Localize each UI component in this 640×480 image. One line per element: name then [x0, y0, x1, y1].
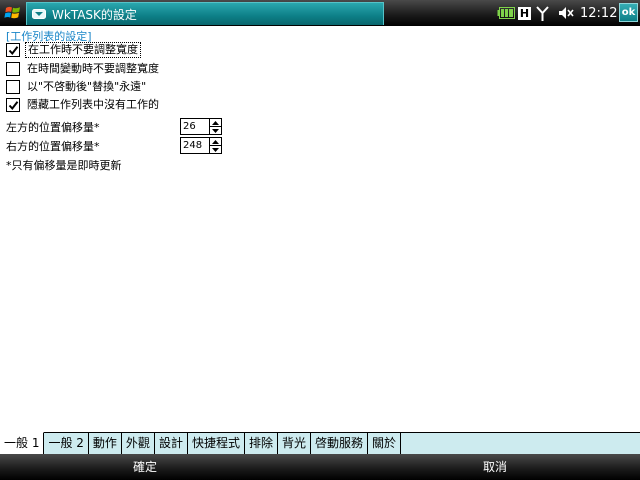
spin-up-icon[interactable]	[210, 138, 221, 146]
checkbox-label[interactable]: 以"不啓動後"替換"永遠"	[25, 80, 148, 94]
softkey-bar: 確定 取消	[0, 454, 640, 480]
spin-down-icon[interactable]	[210, 146, 221, 153]
windows-flag-icon[interactable]	[0, 0, 26, 26]
checkmark-icon	[8, 100, 18, 110]
right-offset-label: 右方的位置偏移量*	[6, 139, 100, 153]
tab-shortcuts[interactable]: 快捷程式	[188, 433, 245, 454]
right-offset-input[interactable]: 248	[180, 137, 210, 154]
tab-general-2[interactable]: 一般 2	[44, 433, 89, 454]
wktask-app-icon	[32, 9, 46, 19]
checkbox-label[interactable]: 隱藏工作列表中沒有工作的	[25, 98, 161, 112]
tab-backlight[interactable]: 背光	[278, 433, 311, 454]
signal-antenna-icon[interactable]	[536, 0, 549, 26]
offset-note: *只有偏移量是即時更新	[6, 159, 122, 172]
ok-button[interactable]: ok	[619, 3, 638, 22]
left-offset-spinner[interactable]	[210, 118, 222, 135]
tab-startup-services[interactable]: 啓動服務	[311, 433, 369, 454]
checkbox-label[interactable]: 在工作時不要調整寬度	[25, 42, 141, 58]
checkbox[interactable]	[6, 98, 20, 112]
clock[interactable]: 12:12	[580, 0, 617, 26]
checkbox-row-replace-always[interactable]: 以"不啓動後"替換"永遠"	[6, 79, 148, 95]
spin-down-icon[interactable]	[210, 127, 221, 134]
left-offset-input[interactable]: 26	[180, 118, 210, 135]
checkbox-label[interactable]: 在時間變動時不要調整寬度	[25, 62, 161, 76]
checkbox[interactable]	[6, 80, 20, 94]
tab-design[interactable]: 設計	[155, 433, 188, 454]
window-title-tab: WkTASK的設定	[26, 2, 384, 25]
checkbox-row-hide-idle[interactable]: 隱藏工作列表中沒有工作的	[6, 97, 161, 113]
tab-bar: 一般 1 一般 2 動作 外觀 設計 快捷程式 排除 背光 啓動服務 關於	[0, 432, 640, 454]
battery-icon[interactable]	[497, 0, 515, 26]
tab-about[interactable]: 關於	[368, 433, 402, 454]
network-type-label: H	[518, 6, 531, 20]
tab-appearance[interactable]: 外觀	[122, 433, 155, 454]
confirm-softkey[interactable]: 確定	[133, 454, 157, 480]
checkbox[interactable]	[6, 43, 20, 57]
cancel-softkey[interactable]: 取消	[483, 454, 507, 480]
right-offset-spinner[interactable]	[210, 137, 222, 154]
checkbox[interactable]	[6, 62, 20, 76]
spin-up-icon[interactable]	[210, 119, 221, 127]
checkbox-row-no-resize-time-change[interactable]: 在時間變動時不要調整寬度	[6, 61, 161, 77]
tab-general-1[interactable]: 一般 1	[0, 432, 45, 454]
checkmark-icon	[8, 45, 18, 55]
checkbox-row-no-resize-working[interactable]: 在工作時不要調整寬度	[6, 42, 141, 58]
left-offset-label: 左方的位置偏移量*	[6, 120, 100, 134]
tab-actions[interactable]: 動作	[89, 433, 122, 454]
window-title: WkTASK的設定	[52, 7, 137, 22]
left-offset-row: 左方的位置偏移量* 26	[6, 117, 222, 136]
title-bar: WkTASK的設定 H 12:12 ok	[0, 0, 640, 26]
tab-exclude[interactable]: 排除	[245, 433, 278, 454]
speaker-volume-icon[interactable]	[558, 0, 575, 26]
h-network-icon[interactable]: H	[518, 0, 531, 26]
right-offset-row: 右方的位置偏移量* 248	[6, 136, 222, 155]
